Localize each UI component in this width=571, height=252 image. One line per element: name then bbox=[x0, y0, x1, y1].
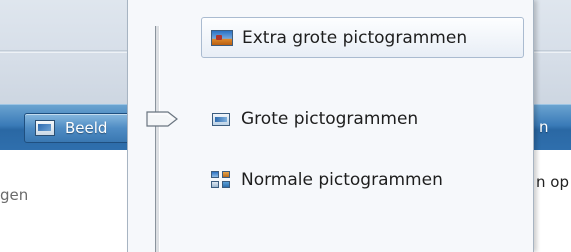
views-button[interactable]: Beeld bbox=[24, 113, 144, 143]
command-bar-item-fragment[interactable]: n bbox=[539, 118, 549, 136]
large-icons-icon bbox=[212, 112, 230, 126]
menu-item-large-icons[interactable]: Grote pictogrammen bbox=[201, 103, 526, 135]
menu-item-label: Grote pictogrammen bbox=[241, 109, 419, 129]
menu-item-normal-icons[interactable]: Normale pictogrammen bbox=[201, 164, 526, 196]
views-button-label: Beeld bbox=[65, 119, 108, 137]
content-text-fragment-left: gen bbox=[0, 186, 29, 204]
content-text-fragment-right: n op bbox=[536, 173, 569, 191]
menu-item-extra-large-icons[interactable]: Extra grote pictogrammen bbox=[201, 17, 524, 58]
extra-large-icons-icon bbox=[211, 29, 233, 46]
views-icon bbox=[35, 120, 55, 136]
menu-item-label: Extra grote pictogrammen bbox=[242, 27, 468, 48]
medium-icons-icon bbox=[211, 171, 231, 189]
menu-item-label: Normale pictogrammen bbox=[241, 170, 443, 190]
icon-size-slider-track[interactable] bbox=[155, 26, 160, 252]
slider-thumb-icon[interactable] bbox=[144, 109, 180, 129]
views-dropdown-menu: Extra grote pictogrammen Grote pictogram… bbox=[127, 0, 534, 252]
